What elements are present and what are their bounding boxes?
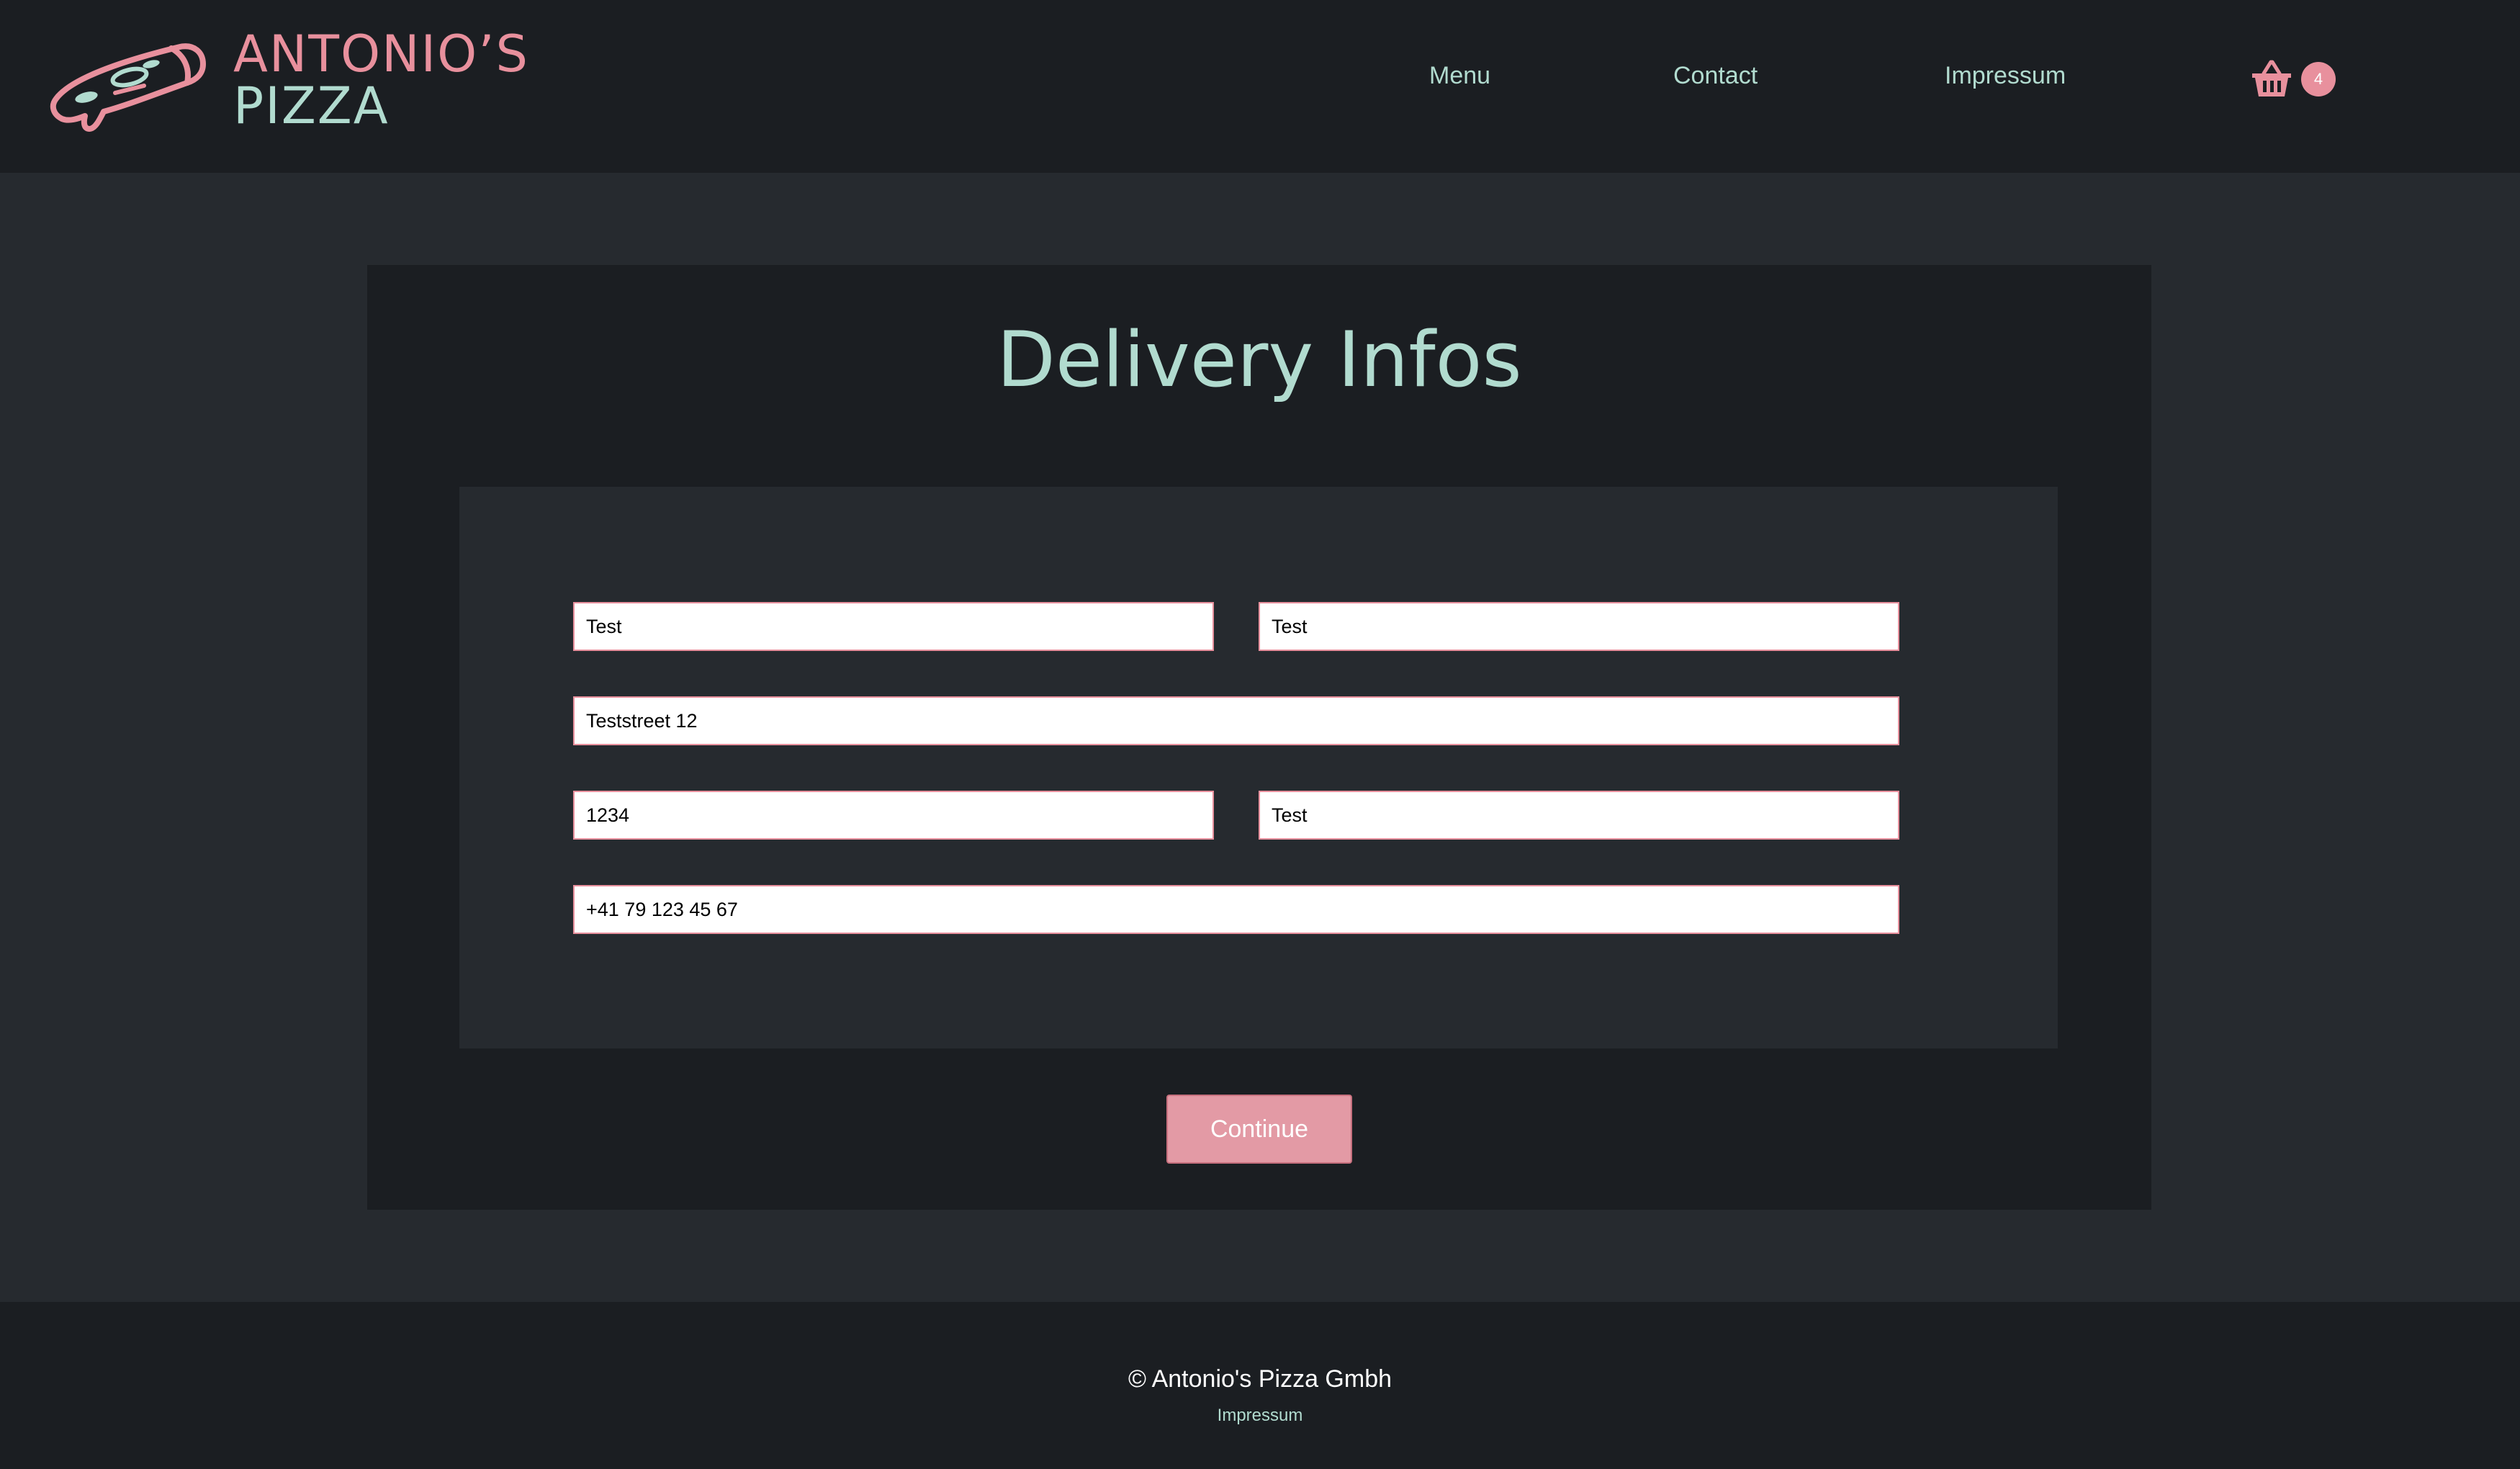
site-footer: © Antonio's Pizza Gmbh Impressum (0, 1302, 2520, 1469)
street-input[interactable] (573, 696, 1899, 745)
footer-link-impressum[interactable]: Impressum (1218, 1406, 1303, 1425)
first-name-input[interactable] (573, 602, 1214, 651)
cart-count-badge: 4 (2301, 62, 2336, 96)
pizza-slice-icon (50, 43, 206, 132)
nav-link-contact[interactable]: Contact (1673, 62, 1758, 90)
delivery-card: Delivery Infos Continue (367, 265, 2151, 1210)
site-header: ANTONIO’S PIZZA Menu Contact Impressum 4 (0, 0, 2520, 173)
basket-icon (2252, 60, 2291, 96)
last-name-input[interactable] (1259, 602, 1899, 651)
delivery-form (459, 487, 2058, 1048)
nav-link-impressum[interactable]: Impressum (1945, 62, 2066, 90)
zip-input[interactable] (573, 791, 1214, 840)
brand-name-bottom: PIZZA (233, 76, 390, 135)
continue-button[interactable]: Continue (1166, 1095, 1352, 1164)
city-input[interactable] (1259, 791, 1899, 840)
phone-input[interactable] (573, 885, 1899, 934)
copyright-text: © Antonio's Pizza Gmbh (1128, 1365, 1392, 1393)
page-title: Delivery Infos (996, 315, 1522, 404)
footer-link-row: Impressum (0, 1406, 2520, 1426)
brand-name-top: ANTONIO’S (233, 24, 529, 84)
brand-logo[interactable]: ANTONIO’S PIZZA (43, 26, 529, 134)
brand-name: ANTONIO’S PIZZA (233, 29, 529, 131)
nav-link-menu[interactable]: Menu (1429, 62, 1490, 90)
cart-button[interactable]: 4 (2251, 59, 2337, 102)
